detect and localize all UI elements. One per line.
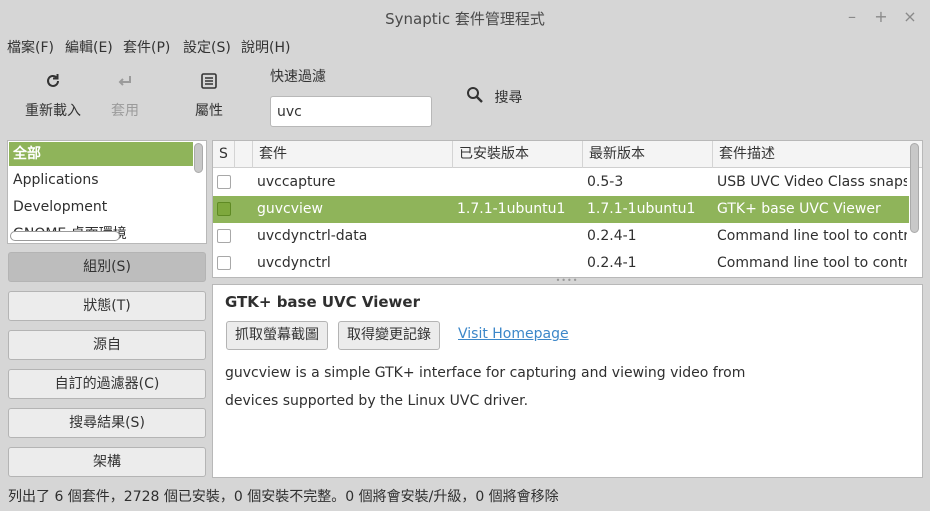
minimize-button[interactable]: –: [841, 6, 863, 28]
properties-button[interactable]: 屬性: [190, 72, 228, 120]
menu-file[interactable]: 檔案(F): [7, 37, 54, 57]
close-button[interactable]: ×: [899, 6, 921, 28]
view-search-results-button[interactable]: 搜尋結果(S): [8, 408, 206, 438]
package-description: Command line tool to control v4l2 device…: [717, 255, 907, 271]
package-details-panel: GTK+ base UVC Viewer 抓取螢幕截圖 取得變更記錄 Visit…: [212, 284, 923, 478]
get-changelog-button[interactable]: 取得變更記錄: [338, 321, 440, 350]
column-latest-version[interactable]: 最新版本: [583, 141, 713, 168]
latest-version: 0.2.4-1: [587, 228, 637, 244]
reload-icon: [22, 72, 84, 94]
package-description: GTK+ base UVC Viewer: [717, 201, 881, 217]
column-spacer: [235, 141, 253, 168]
apply-button[interactable]: 套用: [106, 72, 144, 120]
menu-settings[interactable]: 設定(S): [183, 37, 231, 57]
latest-version: 1.7.1-1ubuntu1: [587, 201, 696, 217]
installed-version: [457, 250, 581, 277]
status-bar: 列出了 6 個套件，2728 個已安裝，0 個安裝不完整。0 個將會安裝/升級，…: [8, 489, 559, 505]
section-list[interactable]: 全部 Applications Development GNOME 桌面環境: [7, 140, 207, 244]
column-status[interactable]: S: [213, 141, 235, 168]
section-item-all[interactable]: 全部: [9, 142, 193, 166]
package-table-scrollbar[interactable]: [910, 143, 919, 233]
table-row-selected[interactable]: guvcview 1.7.1-1ubuntu1 1.7.1-1ubuntu1 G…: [213, 196, 909, 223]
synaptic-window: Synaptic 套件管理程式 – + × 檔案(F) 編輯(E) 套件(P) …: [0, 0, 930, 511]
column-installed-version[interactable]: 已安裝版本: [453, 141, 583, 168]
installed-version: [457, 223, 581, 250]
menu-help[interactable]: 說明(H): [241, 37, 290, 57]
installed-version: [457, 169, 581, 196]
latest-version: 0.5-3: [587, 174, 624, 190]
view-origin-button[interactable]: 源自: [8, 330, 206, 360]
package-status-checkbox[interactable]: [217, 229, 231, 243]
section-item-applications[interactable]: Applications: [9, 168, 193, 192]
quick-filter-label: 快速過濾: [270, 69, 326, 85]
title-bar: Synaptic 套件管理程式 – + ×: [0, 0, 930, 34]
search-icon: [466, 86, 484, 108]
window-title: Synaptic 套件管理程式: [385, 10, 545, 28]
column-package[interactable]: 套件: [253, 141, 453, 168]
menu-bar: 檔案(F) 編輯(E) 套件(P) 設定(S) 說明(H): [0, 34, 930, 56]
table-row[interactable]: uvcdynctrl-data 0.2.4-1 Command line too…: [213, 223, 909, 250]
package-status-checkbox[interactable]: [217, 202, 231, 216]
view-architecture-button[interactable]: 架構: [8, 447, 206, 477]
details-title: GTK+ base UVC Viewer: [225, 293, 420, 311]
maximize-button[interactable]: +: [870, 6, 892, 28]
pane-resize-handle[interactable]: ••••: [555, 277, 579, 285]
section-list-hscrollbar[interactable]: [10, 231, 120, 241]
reload-label: 重新載入: [25, 103, 81, 119]
view-custom-filters-button[interactable]: 自訂的過濾器(C): [8, 369, 206, 399]
apply-icon: [106, 72, 144, 94]
package-name: uvcdynctrl: [257, 255, 331, 271]
package-description: USB UVC Video Class snapshot software: [717, 174, 907, 190]
menu-edit[interactable]: 編輯(E): [65, 37, 113, 57]
package-name: guvcview: [257, 201, 323, 217]
column-description[interactable]: 套件描述: [713, 141, 922, 168]
apply-label: 套用: [111, 103, 139, 119]
section-list-scrollbar[interactable]: [194, 143, 203, 173]
details-description-line-2: devices supported by the Linux UVC drive…: [225, 393, 529, 409]
search-label: 搜尋: [494, 90, 523, 106]
view-groups-button[interactable]: 組別(S): [8, 252, 206, 282]
package-name: uvccapture: [257, 174, 336, 190]
latest-version: 0.2.4-1: [587, 255, 637, 271]
details-description: guvcview is a simple GTK+ interface for …: [225, 359, 905, 415]
quick-filter-input[interactable]: [270, 96, 432, 127]
search-button[interactable]: 搜尋: [466, 86, 522, 108]
view-status-button[interactable]: 狀態(T): [8, 291, 206, 321]
get-screenshot-button[interactable]: 抓取螢幕截圖: [226, 321, 328, 350]
package-table: S 套件 已安裝版本 最新版本 套件描述 uvccapture 0.5-3 US…: [212, 140, 923, 278]
table-row[interactable]: uvccapture 0.5-3 USB UVC Video Class sna…: [213, 169, 909, 196]
details-description-line-1: guvcview is a simple GTK+ interface for …: [225, 365, 746, 381]
package-status-checkbox[interactable]: [217, 256, 231, 270]
visit-homepage-link[interactable]: Visit Homepage: [458, 326, 569, 342]
reload-button[interactable]: 重新載入: [22, 72, 84, 120]
table-row[interactable]: uvcdynctrl 0.2.4-1 Command line tool to …: [213, 250, 909, 277]
package-description: Command line tool to control v4l2 device…: [717, 228, 907, 244]
table-header: S 套件 已安裝版本 最新版本 套件描述: [213, 141, 922, 168]
properties-icon: [190, 72, 228, 94]
properties-label: 屬性: [195, 103, 223, 119]
package-name: uvcdynctrl-data: [257, 228, 368, 244]
menu-package[interactable]: 套件(P): [123, 37, 170, 57]
package-status-checkbox[interactable]: [217, 175, 231, 189]
section-item-development[interactable]: Development: [9, 195, 193, 219]
installed-version: 1.7.1-1ubuntu1: [457, 201, 566, 217]
